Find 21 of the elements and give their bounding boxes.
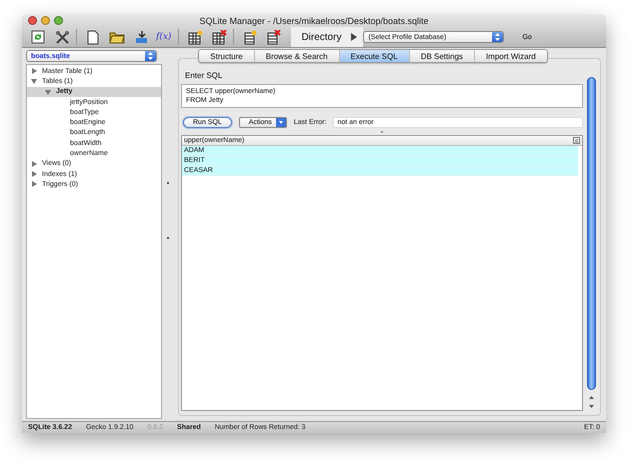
tab[interactable]: DB Settings	[408, 50, 474, 62]
expanded-triangle-icon[interactable]	[31, 78, 37, 84]
stepper-icon	[145, 51, 156, 61]
minimize-button[interactable]	[41, 16, 50, 25]
window-title: SQLite Manager - /Users/mikaelroos/Desktop/boats.sqlite	[199, 16, 429, 26]
dropdown-icon	[276, 118, 286, 126]
zoom-button[interactable]	[54, 16, 63, 25]
function-button[interactable]: f(x)	[152, 32, 176, 42]
play-icon	[351, 33, 358, 41]
stepper-icon	[492, 32, 504, 42]
tab[interactable]: Execute SQL	[338, 50, 409, 62]
tab[interactable]: Structure	[199, 50, 254, 62]
collapsed-triangle-icon[interactable]	[31, 68, 37, 74]
expanded-triangle-icon[interactable]	[45, 88, 51, 95]
column-picker-icon[interactable]	[573, 137, 580, 144]
tab[interactable]: Import Wizard	[474, 50, 547, 62]
scrollbar-thumb[interactable]	[587, 77, 596, 390]
section-heading: Enter SQL	[185, 71, 224, 80]
close-button[interactable]	[28, 16, 37, 25]
directory-button[interactable]: Directory	[291, 27, 364, 47]
tab[interactable]: Browse & Search	[254, 50, 339, 62]
